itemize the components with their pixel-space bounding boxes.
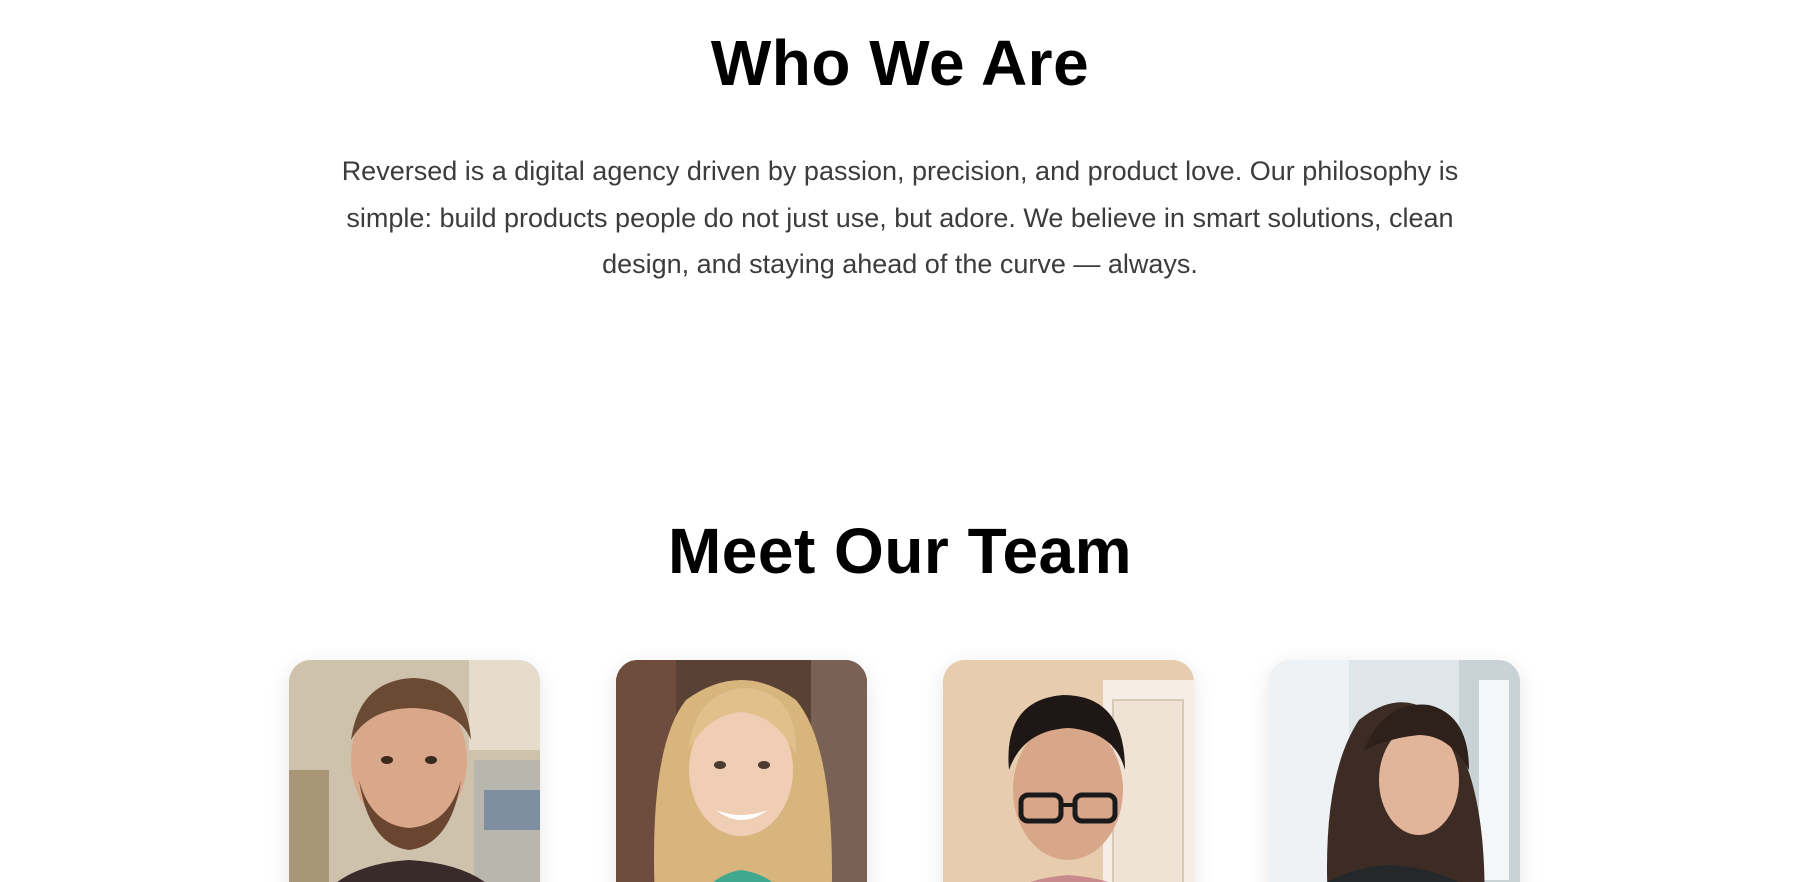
team-member-photo bbox=[1269, 660, 1520, 882]
team-member-card[interactable] bbox=[1269, 660, 1520, 882]
team-member-card[interactable] bbox=[616, 660, 867, 882]
team-member-photo bbox=[289, 660, 540, 882]
team-member-photo bbox=[943, 660, 1194, 882]
team-member-card[interactable] bbox=[943, 660, 1194, 882]
page: Who We Are Reversed is a digital agency … bbox=[0, 0, 1800, 882]
team-member-card[interactable] bbox=[289, 660, 540, 882]
about-description: Reversed is a digital agency driven by p… bbox=[341, 156, 1459, 279]
team-grid bbox=[289, 660, 1520, 882]
about-title: Who We Are bbox=[710, 27, 1090, 99]
team-member-photo bbox=[616, 660, 867, 882]
team-title: Meet Our Team bbox=[667, 515, 1133, 587]
